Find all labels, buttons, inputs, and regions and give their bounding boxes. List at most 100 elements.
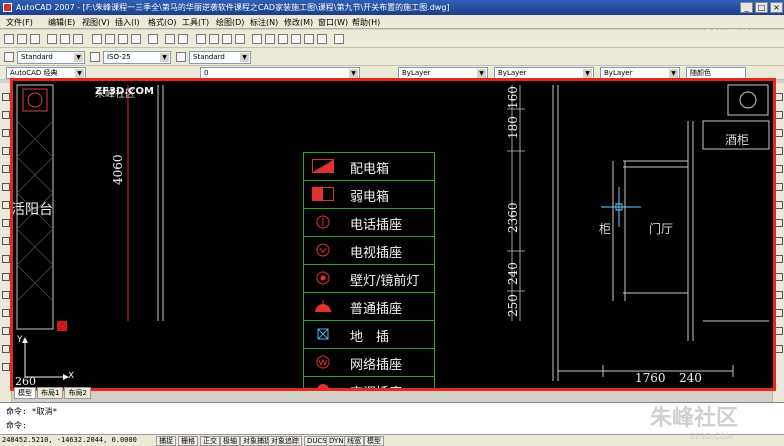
match-properties-icon[interactable] [131, 34, 141, 44]
hatch-icon[interactable] [2, 309, 10, 317]
chamfer-icon[interactable] [775, 309, 783, 317]
chevron-down-icon[interactable]: ▼ [240, 53, 249, 62]
chevron-down-icon[interactable]: ▼ [583, 69, 592, 78]
lineweight-toggle[interactable]: 线宽 [344, 436, 364, 446]
chevron-down-icon[interactable]: ▼ [349, 69, 358, 78]
fillet-icon[interactable] [775, 327, 783, 335]
properties-icon[interactable] [252, 34, 262, 44]
snap-toggle[interactable]: 捕捉 [156, 436, 176, 446]
sheet-set-icon[interactable] [291, 34, 301, 44]
copy-icon[interactable] [105, 34, 115, 44]
dim-style-icon[interactable] [90, 52, 100, 62]
text-style-select[interactable]: Standard ▼ [17, 51, 85, 64]
autocad-app-icon[interactable] [3, 3, 12, 12]
zoom-window-icon[interactable] [222, 34, 232, 44]
line-tool-icon[interactable] [2, 93, 10, 101]
array-icon[interactable] [775, 165, 783, 173]
save-icon[interactable] [30, 34, 40, 44]
explode-icon[interactable] [775, 345, 783, 353]
model-toggle[interactable]: 模型 [364, 436, 384, 446]
tab-layout1[interactable]: 布局1 [37, 387, 64, 399]
menu-window[interactable]: 窗口(W) [318, 17, 348, 28]
break-icon[interactable] [775, 291, 783, 299]
chevron-down-icon[interactable]: ▼ [477, 69, 486, 78]
table-style-icon[interactable] [176, 52, 186, 62]
drawing-canvas[interactable]: 朱峰社区 ZF3D.COM 活阳台 4060 160 180 2360 240 … [10, 78, 776, 391]
new-file-icon[interactable] [4, 34, 14, 44]
erase-icon[interactable] [775, 93, 783, 101]
plot-icon[interactable] [47, 34, 57, 44]
command-prompt[interactable]: 命令: [6, 420, 27, 431]
scale-icon[interactable] [775, 219, 783, 227]
plot-preview-icon[interactable] [60, 34, 70, 44]
chevron-down-icon[interactable]: ▼ [160, 53, 169, 62]
extend-icon[interactable] [775, 273, 783, 281]
minimize-button[interactable]: _ [740, 2, 753, 13]
text-style-value: Standard [21, 53, 53, 61]
help-icon[interactable] [334, 34, 344, 44]
text-style-icon[interactable] [4, 52, 14, 62]
menu-modify[interactable]: 修改(M) [284, 17, 313, 28]
move-icon[interactable] [775, 183, 783, 191]
cursor-coordinates: 248452.5210, -14632.2044, 0.0000 [2, 436, 137, 444]
menu-file[interactable]: 文件(F) [6, 17, 33, 28]
legend-label: 网络插座 [350, 358, 403, 373]
ellipse-icon[interactable] [2, 237, 10, 245]
insert-block-icon[interactable] [2, 255, 10, 263]
trim-icon[interactable] [775, 255, 783, 263]
close-button[interactable]: × [770, 2, 783, 13]
markup-icon[interactable] [304, 34, 314, 44]
tv-socket-icon [316, 243, 330, 257]
chevron-down-icon[interactable]: ▼ [74, 53, 83, 62]
menu-format[interactable]: 格式(O) [148, 17, 177, 28]
ortho-toggle[interactable]: 正交 [200, 436, 220, 446]
otrack-toggle[interactable]: 对象追踪 [268, 436, 302, 446]
menu-edit[interactable]: 编辑(E) [48, 17, 75, 28]
tab-layout2[interactable]: 布局2 [64, 387, 91, 399]
stretch-icon[interactable] [775, 237, 783, 245]
tool-palettes-icon[interactable] [278, 34, 288, 44]
menu-tools[interactable]: 工具(T) [182, 17, 209, 28]
publish-icon[interactable] [73, 34, 83, 44]
zoom-realtime-icon[interactable] [209, 34, 219, 44]
cut-icon[interactable] [92, 34, 102, 44]
chevron-down-icon[interactable]: ▼ [669, 69, 678, 78]
spline-icon[interactable] [2, 219, 10, 227]
menu-insert[interactable]: 插入(I) [115, 17, 140, 28]
open-file-icon[interactable] [17, 34, 27, 44]
construction-line-icon[interactable] [2, 111, 10, 119]
mtext-icon[interactable] [2, 363, 10, 371]
block-editor-icon[interactable] [148, 34, 158, 44]
undo-icon[interactable] [165, 34, 175, 44]
polygon-icon[interactable] [2, 147, 10, 155]
zoom-previous-icon[interactable] [235, 34, 245, 44]
table-style-select[interactable]: Standard ▼ [189, 51, 251, 64]
point-icon[interactable] [2, 291, 10, 299]
region-icon[interactable] [2, 327, 10, 335]
rotate-icon[interactable] [775, 201, 783, 209]
offset-icon[interactable] [775, 147, 783, 155]
polar-toggle[interactable]: 极轴 [220, 436, 240, 446]
dim-style-select[interactable]: ISO-25 ▼ [103, 51, 171, 64]
calculator-icon[interactable] [317, 34, 327, 44]
arc-icon[interactable] [2, 183, 10, 191]
paste-icon[interactable] [118, 34, 128, 44]
pan-icon[interactable] [196, 34, 206, 44]
chevron-down-icon[interactable]: ▼ [75, 69, 84, 78]
circle-icon[interactable] [2, 201, 10, 209]
polyline-icon[interactable] [2, 129, 10, 137]
menu-dimension[interactable]: 标注(N) [250, 17, 278, 28]
make-block-icon[interactable] [2, 273, 10, 281]
menu-draw[interactable]: 绘图(D) [216, 17, 244, 28]
table-icon[interactable] [2, 345, 10, 353]
rectangle-icon[interactable] [2, 165, 10, 173]
menu-view[interactable]: 视图(V) [82, 17, 110, 28]
maximize-button[interactable]: □ [755, 2, 768, 13]
redo-icon[interactable] [178, 34, 188, 44]
copy-object-icon[interactable] [775, 111, 783, 119]
design-center-icon[interactable] [265, 34, 275, 44]
menu-help[interactable]: 帮助(H) [352, 17, 380, 28]
mirror-icon[interactable] [775, 129, 783, 137]
grid-toggle[interactable]: 栅格 [178, 436, 198, 446]
tab-model[interactable]: 模型 [14, 387, 36, 399]
